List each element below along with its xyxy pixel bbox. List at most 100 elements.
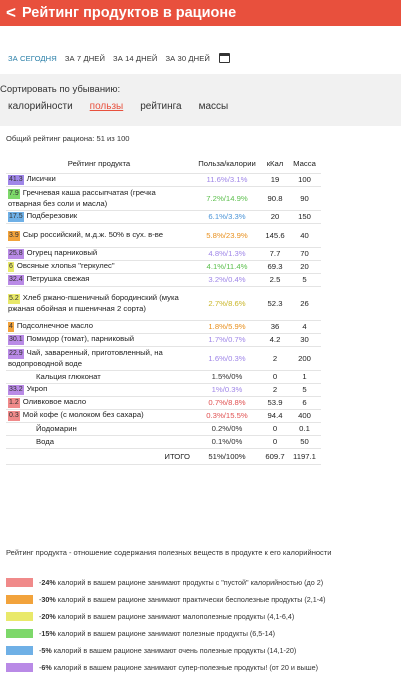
ratio-cell: 4.8%/1.3%: [192, 247, 262, 261]
app-header: < Рейтинг продуктов в рационе: [0, 0, 401, 26]
product-name: Йодомарин: [36, 423, 77, 433]
product-cell: 17.5 Подберезовик: [6, 210, 192, 224]
tab-today[interactable]: ЗА СЕГОДНЯ: [8, 54, 57, 63]
table-row[interactable]: Йодомарин 0.2%/0% 0 0.1: [6, 422, 321, 436]
kcal-cell: 90.8: [262, 186, 288, 211]
total-kcal: 609.7: [262, 448, 288, 465]
kcal-cell: 2: [262, 346, 288, 371]
table-row[interactable]: 6 Овсяные хлопья "геркулес" 4.1%/11.4% 69.3…: [6, 260, 321, 274]
mass-cell: 400: [288, 409, 321, 423]
tab-7-days[interactable]: ЗА 7 ДНЕЙ: [65, 54, 105, 63]
header-ratio: Польза/калории: [192, 155, 262, 174]
product-cell: 3.9 Сыр российский, м.д.ж. 50% в сух. в-в…: [6, 223, 192, 248]
table-row[interactable]: 1.2 Оливковое масло 0.7%/8.8% 53.9 6: [6, 396, 321, 410]
table-row[interactable]: Кальция глюконат 1.5%/0% 0 1: [6, 370, 321, 384]
mass-cell: 30: [288, 333, 321, 347]
mass-cell: 1: [288, 370, 321, 384]
kcal-cell: 36: [262, 320, 288, 334]
score-badge: 3.9: [8, 230, 20, 241]
legend: - 24% калорий в вашем рационе занимают пр…: [6, 574, 401, 676]
product-cell: 6 Овсяные хлопья "геркулес": [6, 260, 192, 274]
legend-swatch: [6, 629, 33, 638]
table-row[interactable]: 7.9 Гречневая каша рассыпчатая (гречка от…: [6, 186, 321, 211]
table-row[interactable]: Вода 0.1%/0% 0 50: [6, 435, 321, 449]
legend-text: калорий в вашем рационе занимают продукт…: [57, 578, 324, 587]
product-name: Вода: [36, 436, 54, 446]
sort-rating[interactable]: рейтинга: [140, 101, 181, 112]
product-cell: 30.1 Помидор (томат), парниковый: [6, 333, 192, 347]
mass-cell: 150: [288, 210, 321, 224]
product-name: Гречневая каша рассыпчатая (гречка отвар…: [8, 187, 156, 208]
kcal-cell: 2: [262, 383, 288, 397]
product-name: Овсяные хлопья "геркулес": [16, 261, 115, 270]
table-row[interactable]: 33.2 Укроп 1%/0.3% 2 5: [6, 383, 321, 397]
legend-percent: 20%: [41, 612, 56, 621]
table-row[interactable]: 5.2 Хлеб ржано-пшеничный бородинский (мук…: [6, 286, 321, 321]
sort-benefit[interactable]: пользы: [90, 101, 124, 112]
kcal-cell: 0: [262, 435, 288, 449]
overall-rating: Общий рейтинг рациона: 51 из 100: [6, 134, 130, 143]
mass-cell: 90: [288, 186, 321, 211]
ratio-cell: 0.3%/15.5%: [192, 409, 262, 423]
rating-explanation: Рейтинг продукта - отношение содержания …: [6, 548, 332, 557]
kcal-cell: 69.3: [262, 260, 288, 274]
product-cell: Вода: [6, 435, 192, 449]
legend-percent: 24%: [41, 578, 56, 587]
score-badge: 7.9: [8, 188, 20, 199]
score-badge: 22.9: [8, 348, 24, 359]
tab-30-days[interactable]: ЗА 30 ДНЕЙ: [165, 54, 209, 63]
product-name: Укроп: [26, 384, 48, 393]
tab-14-days[interactable]: ЗА 14 ДНЕЙ: [113, 54, 157, 63]
legend-swatch: [6, 578, 33, 587]
table-row[interactable]: 4 Подсолнечное масло 1.8%/5.9% 36 4: [6, 320, 321, 334]
table-row[interactable]: 41.3 Лисички 11.6%/3.1% 19 100: [6, 173, 321, 187]
table-row[interactable]: 32.4 Петрушка свежая 3.2%/0.4% 2.5 5: [6, 273, 321, 287]
sort-panel: [0, 74, 401, 126]
product-name: Чай, заваренный, приготовленный, на водо…: [8, 347, 163, 368]
legend-text: калорий в вашем рационе занимают практич…: [57, 595, 326, 604]
table-row[interactable]: 0.3 Мой кофе (с молоком без сахара) 0.3%/1…: [6, 409, 321, 423]
mass-cell: 20: [288, 260, 321, 274]
legend-item: - 20% калорий в вашем рационе занимают ма…: [6, 608, 401, 625]
sort-calories[interactable]: калорийности: [8, 101, 73, 112]
legend-swatch: [6, 612, 33, 621]
total-ratio: 51%/100%: [192, 448, 262, 465]
kcal-cell: 0: [262, 422, 288, 436]
score-badge: 4: [8, 322, 14, 332]
legend-item: - 15% калорий в вашем рационе занимают по…: [6, 625, 401, 642]
score-badge: 1.2: [8, 398, 20, 408]
product-cell: 5.2 Хлеб ржано-пшеничный бородинский (мук…: [6, 286, 192, 321]
score-badge: 0.3: [8, 411, 20, 421]
calendar-icon[interactable]: [218, 53, 230, 63]
ratio-cell: 2.7%/8.6%: [192, 286, 262, 321]
legend-text: калорий в вашем рационе занимают полезны…: [57, 629, 276, 638]
product-name: Сыр российский, м.д.ж. 50% в сух. в-ве: [22, 229, 164, 239]
product-name: Хлеб ржано-пшеничный бородинский (мука р…: [8, 292, 179, 313]
product-cell: 25.8 Огурец парниковый: [6, 247, 192, 261]
mass-cell: 100: [288, 173, 321, 187]
table-header-row: Рейтинг продукта Польза/калории кКал Мас…: [6, 155, 321, 174]
legend-item: - 5% калорий в вашем рационе занимают оче…: [6, 642, 401, 659]
product-name: Помидор (томат), парниковый: [26, 334, 135, 343]
header-mass: Масса: [288, 155, 321, 174]
product-name: Мой кофе (с молоком без сахара): [22, 410, 144, 419]
table-row[interactable]: 25.8 Огурец парниковый 4.8%/1.3% 7.7 70: [6, 247, 321, 261]
table-row[interactable]: 17.5 Подберезовик 6.1%/3.3% 20 150: [6, 210, 321, 224]
legend-text: калорий в вашем рационе занимают супер-п…: [53, 663, 318, 672]
mass-cell: 4: [288, 320, 321, 334]
table-row[interactable]: 22.9 Чай, заваренный, приготовленный, на …: [6, 346, 321, 371]
sort-mass[interactable]: массы: [199, 101, 229, 112]
table-row[interactable]: 3.9 Сыр российский, м.д.ж. 50% в сух. в-в…: [6, 223, 321, 248]
ratio-cell: 11.6%/3.1%: [192, 173, 262, 187]
product-cell: 4 Подсолнечное масло: [6, 320, 192, 334]
ratio-cell: 0.2%/0%: [192, 422, 262, 436]
table-row[interactable]: 30.1 Помидор (томат), парниковый 1.7%/0.7%…: [6, 333, 321, 347]
legend-text: калорий в вашем рационе занимают малопол…: [57, 612, 295, 621]
product-cell: 41.3 Лисички: [6, 173, 192, 187]
ratio-cell: 5.8%/23.9%: [192, 223, 262, 248]
legend-swatch: [6, 646, 33, 655]
back-button[interactable]: <: [2, 3, 20, 23]
product-cell: 33.2 Укроп: [6, 383, 192, 397]
kcal-cell: 53.9: [262, 396, 288, 410]
legend-text: калорий в вашем рационе занимают очень п…: [53, 646, 297, 655]
